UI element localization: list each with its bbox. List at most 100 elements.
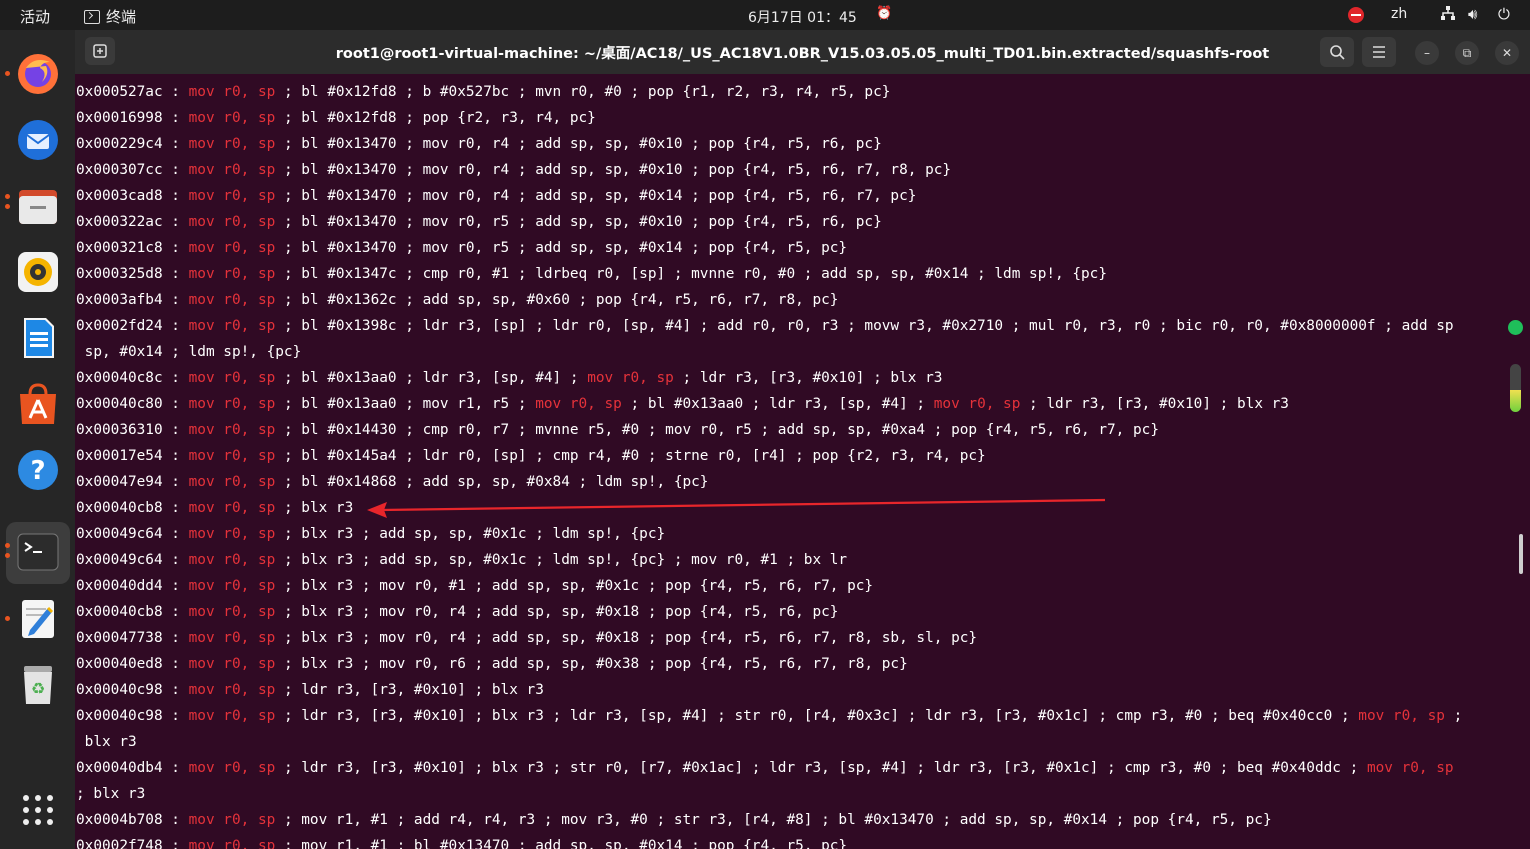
highlight-match: mov r0, sp (188, 630, 276, 646)
green-status-dot (1508, 320, 1523, 335)
highlight-match: mov r0, sp (188, 318, 276, 334)
alarm-icon: ⏰ (876, 6, 893, 21)
input-method[interactable]: zh (1391, 6, 1407, 22)
line-text: ; bl #0x13470 ; mov r0, r4 ; add sp, sp,… (275, 188, 917, 204)
app-menu[interactable]: 终端 (84, 6, 136, 27)
running-indicator (5, 194, 10, 199)
thunderbird-icon[interactable] (14, 116, 62, 164)
terminal-line: 0x0004b708 : mov r0, sp ; mov r1, #1 ; a… (76, 807, 1462, 833)
terminal-line: blx r3 (76, 729, 1462, 755)
running-indicator (5, 553, 10, 558)
line-text: 0x00047738 : (76, 630, 189, 646)
highlight-match: mov r0, sp (188, 526, 276, 542)
highlight-match: mov r0, sp (188, 500, 276, 516)
scrollbar-thumb[interactable] (1519, 534, 1523, 574)
files-icon[interactable] (14, 182, 62, 230)
terminal-line: 0x00040c98 : mov r0, sp ; ldr r3, [r3, #… (76, 703, 1462, 729)
power-icon[interactable]: ⏻ (1498, 5, 1510, 23)
line-text: ; bl #0x13aa0 ; ldr r3, [sp, #4] ; (275, 370, 588, 386)
terminal-line: 0x0003cad8 : mov r0, sp ; bl #0x13470 ; … (76, 183, 1462, 209)
app-center-icon[interactable] (14, 380, 62, 428)
line-text: ; ldr r3, [r3, #0x10] ; blx r3 ; str r0,… (275, 760, 1367, 776)
line-text: 0x00017e54 : (76, 448, 189, 464)
search-button[interactable] (1320, 37, 1354, 67)
line-text: 0x00040dd4 : (76, 578, 189, 594)
terminal-lines: 0x000527ac : mov r0, sp ; bl #0x12fd8 ; … (76, 79, 1462, 849)
blocked-icon[interactable] (1348, 7, 1364, 23)
line-text: ; ldr r3, [r3, #0x10] ; blx r3 ; ldr r3,… (275, 708, 1359, 724)
maximize-button[interactable]: ⧉ (1455, 41, 1479, 65)
line-text: ; bl #0x1398c ; ldr r3, [sp] ; ldr r0, [… (275, 318, 1454, 334)
line-text: ; mov r1, #1 ; add r4, r4, r3 ; mov r3, … (275, 812, 1272, 828)
line-text: ; ldr r3, [r3, #0x10] ; blx r3 (275, 682, 544, 698)
line-text: 0x00040c98 : (76, 708, 189, 724)
menu-button[interactable] (1362, 37, 1396, 67)
line-text: ; bl #0x13470 ; mov r0, r5 ; add sp, sp,… (275, 214, 882, 230)
terminal-line: 0x00040cb8 : mov r0, sp ; blx r3 ; mov r… (76, 599, 1462, 625)
highlight-match: mov r0, sp (188, 708, 276, 724)
network-icon[interactable] (1440, 5, 1456, 25)
line-text: ; blx r3 (76, 786, 146, 802)
line-text: 0x00049c64 : (76, 526, 189, 542)
highlight-match: mov r0, sp (188, 292, 276, 308)
highlight-match: mov r0, sp (188, 422, 276, 438)
terminal-line: 0x000325d8 : mov r0, sp ; bl #0x1347c ; … (76, 261, 1462, 287)
highlight-match: mov r0, sp (188, 136, 276, 152)
line-text: 0x000307cc : (76, 162, 189, 178)
terminal-output[interactable]: 0x000527ac : mov r0, sp ; bl #0x12fd8 ; … (75, 74, 1530, 849)
line-text: ; blx r3 ; mov r0, r6 ; add sp, sp, #0x3… (275, 656, 908, 672)
close-button[interactable]: ✕ (1495, 41, 1519, 65)
volume-icon[interactable]: 🔊︎ (1468, 5, 1477, 23)
terminal-line: 0x000307cc : mov r0, sp ; bl #0x13470 ; … (76, 157, 1462, 183)
highlight-match: mov r0, sp (188, 84, 276, 100)
highlight-match: mov r0, sp (535, 396, 622, 412)
highlight-match: mov r0, sp (188, 578, 276, 594)
line-text: ; blx r3 ; mov r0, #1 ; add sp, sp, #0x1… (275, 578, 874, 594)
firefox-icon[interactable] (14, 50, 62, 98)
minimize-button[interactable]: – (1415, 41, 1439, 65)
highlight-match: mov r0, sp (587, 370, 674, 386)
rhythmbox-icon[interactable] (14, 248, 62, 296)
highlight-match: mov r0, sp (188, 396, 276, 412)
line-text: ; bl #0x13470 ; mov r0, r4 ; add sp, sp,… (275, 136, 882, 152)
terminal-icon[interactable] (14, 528, 62, 576)
activities-button[interactable]: 活动 (20, 6, 50, 27)
line-text: 0x000325d8 : (76, 266, 189, 282)
line-text: sp, #0x14 ; ldm sp!, {pc} (76, 344, 302, 360)
line-text: ; bl #0x13470 ; mov r0, r4 ; add sp, sp,… (275, 162, 952, 178)
highlight-match: mov r0, sp (188, 162, 276, 178)
line-text: ; bl #0x14868 ; add sp, sp, #0x84 ; ldm … (275, 474, 709, 490)
terminal-line: 0x0003afb4 : mov r0, sp ; bl #0x1362c ; … (76, 287, 1462, 313)
help-icon[interactable]: ? (14, 446, 62, 494)
line-text: ; bl #0x13aa0 ; mov r1, r5 ; (275, 396, 536, 412)
window-header: root1@root1-virtual-machine: ~/桌面/AC18/_… (75, 30, 1530, 74)
show-apps-icon[interactable] (14, 786, 62, 834)
text-editor-icon[interactable] (14, 594, 62, 642)
terminal-line: 0x00017e54 : mov r0, sp ; bl #0x145a4 ; … (76, 443, 1462, 469)
clock[interactable]: 6月17日 01：45 (748, 7, 857, 27)
line-text: ; bl #0x145a4 ; ldr r0, [sp] ; cmp r4, #… (275, 448, 986, 464)
highlight-match: mov r0, sp (1358, 708, 1445, 724)
line-text: ; ldr r3, [r3, #0x10] ; blx r3 (1020, 396, 1289, 412)
level-meter (1510, 364, 1521, 412)
trash-icon[interactable]: ♻ (14, 660, 62, 708)
red-arrow-annotation (367, 498, 1106, 518)
terminal-line: 0x000322ac : mov r0, sp ; bl #0x13470 ; … (76, 209, 1462, 235)
terminal-line: 0x00040c8c : mov r0, sp ; bl #0x13aa0 ; … (76, 365, 1462, 391)
highlight-match: mov r0, sp (188, 604, 276, 620)
terminal-line: 0x00040c98 : mov r0, sp ; ldr r3, [r3, #… (76, 677, 1462, 703)
line-text: 0x00040c80 : (76, 396, 189, 412)
highlight-match: mov r0, sp (188, 448, 276, 464)
app-name: 终端 (106, 8, 137, 26)
line-text: 0x00047e94 : (76, 474, 189, 490)
line-text: ; blx r3 ; add sp, sp, #0x1c ; ldm sp!, … (275, 526, 666, 542)
libreoffice-writer-icon[interactable] (14, 314, 62, 362)
line-text: 0x0002f748 : (76, 838, 189, 849)
search-icon (1330, 45, 1345, 60)
line-text: 0x00040cb8 : (76, 500, 189, 516)
terminal-line: 0x0002f748 : mov r0, sp ; mov r1, #1 ; b… (76, 833, 1462, 849)
terminal-line: 0x00040ed8 : mov r0, sp ; blx r3 ; mov r… (76, 651, 1462, 677)
terminal-app-icon (84, 9, 100, 24)
terminal-line: 0x00040db4 : mov r0, sp ; ldr r3, [r3, #… (76, 755, 1462, 781)
line-text: ; bl #0x13aa0 ; ldr r3, [sp, #4] ; (621, 396, 934, 412)
